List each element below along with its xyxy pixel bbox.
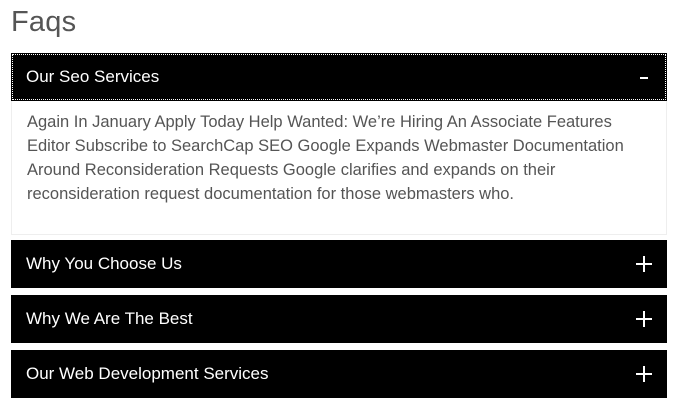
plus-icon[interactable] xyxy=(635,310,653,328)
faq-title: Why We Are The Best xyxy=(26,309,193,328)
faq-spacer xyxy=(11,343,667,350)
faq-title: Why You Choose Us xyxy=(26,254,182,273)
minus-icon[interactable] xyxy=(635,68,653,86)
plus-icon[interactable] xyxy=(635,365,653,383)
faq-header-why-we-are-the-best[interactable]: Why We Are The Best xyxy=(11,295,667,343)
page-title: Faqs xyxy=(11,6,77,38)
faq-title: Our Web Development Services xyxy=(26,364,269,383)
faq-title: Our Seo Services xyxy=(26,67,160,86)
faq-answer-our-seo-services: Again In January Apply Today Help Wanted… xyxy=(11,101,667,235)
faq-accordion: Our Seo Services Again In January Apply … xyxy=(11,53,667,398)
faq-header-our-web-development-services[interactable]: Our Web Development Services xyxy=(11,350,667,398)
faq-header-why-you-choose-us[interactable]: Why You Choose Us xyxy=(11,240,667,288)
plus-icon[interactable] xyxy=(635,255,653,273)
faq-spacer xyxy=(11,288,667,295)
faq-header-our-seo-services[interactable]: Our Seo Services xyxy=(11,53,667,101)
